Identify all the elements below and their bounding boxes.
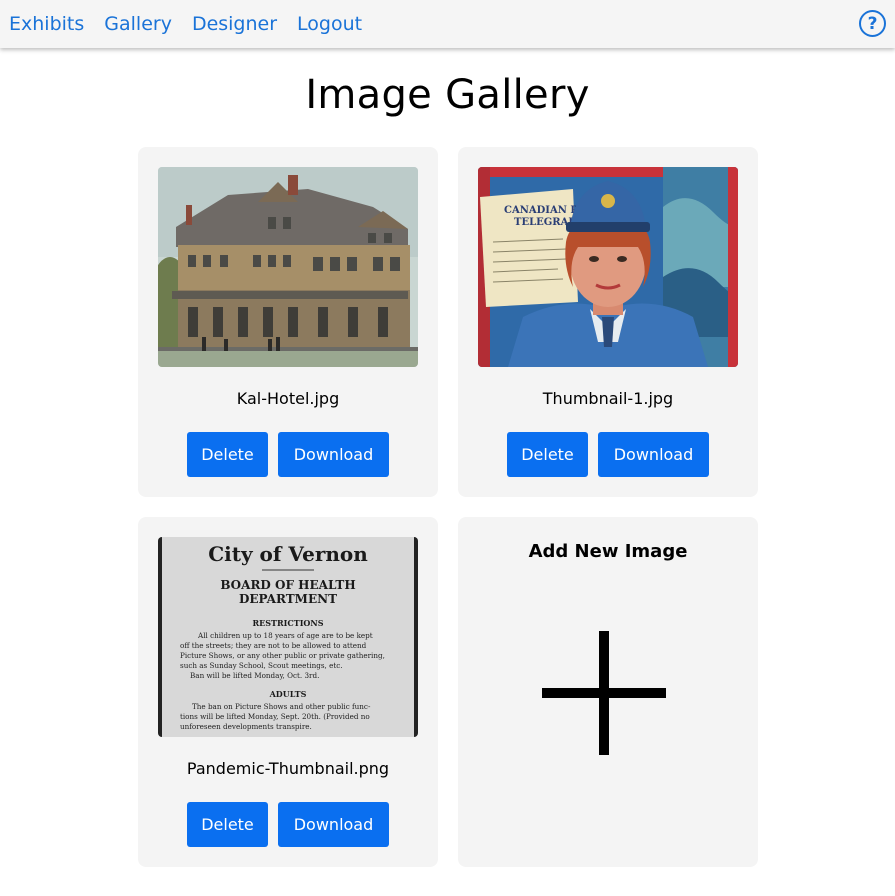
- newspaper-adults: ADULTS: [269, 689, 307, 699]
- download-button[interactable]: Download: [278, 802, 389, 847]
- newspaper-image: City of Vernon BOARD OF HEALTH DEPARTMEN…: [158, 537, 418, 737]
- nav-link-logout[interactable]: Logout: [297, 13, 362, 35]
- newspaper-line: Ban will be lifted Monday, Oct. 3rd.: [190, 671, 319, 680]
- newspaper-line: The ban on Picture Shows and other publi…: [192, 702, 371, 711]
- newspaper-line: off the streets; they are not to be allo…: [180, 641, 367, 650]
- plus-icon[interactable]: [542, 631, 666, 755]
- newspaper-line: Picture Shows, or any other public or pr…: [180, 651, 385, 660]
- image-file-name: Pandemic-Thumbnail.png: [186, 759, 390, 778]
- add-new-image-title: Add New Image: [528, 541, 688, 562]
- image-file-name: Kal-Hotel.jpg: [236, 389, 340, 408]
- gallery-card: CANADIAN PA TELEGRAP Thumbnail-1.jpg Del…: [458, 147, 758, 497]
- nav-link-gallery[interactable]: Gallery: [104, 13, 172, 35]
- gallery-card: City of Vernon BOARD OF HEALTH DEPARTMEN…: [138, 517, 438, 867]
- newspaper-line: All children up to 18 years of age are t…: [197, 631, 373, 640]
- nav-link-exhibits[interactable]: Exhibits: [9, 13, 84, 35]
- page-title: Image Gallery: [305, 72, 590, 118]
- newspaper-line: tions will be lifted Monday, Sept. 20th.…: [180, 712, 370, 721]
- download-button[interactable]: Download: [598, 432, 709, 477]
- portrait-image: CANADIAN PA TELEGRAP: [478, 167, 738, 367]
- newspaper-sub2: DEPARTMENT: [239, 592, 337, 606]
- nav-link-designer[interactable]: Designer: [192, 13, 277, 35]
- newspaper-line: such as Sunday School, Scout meetings, e…: [180, 661, 343, 670]
- image-thumbnail[interactable]: City of Vernon BOARD OF HEALTH DEPARTMEN…: [158, 537, 418, 737]
- newspaper-sub1: BOARD OF HEALTH: [220, 578, 355, 592]
- top-navbar: Exhibits Gallery Designer Logout ?: [0, 0, 895, 48]
- delete-button[interactable]: Delete: [187, 432, 268, 477]
- newspaper-line: unforeseen developments transpire.: [180, 722, 312, 731]
- newspaper-heading: City of Vernon: [208, 542, 368, 566]
- delete-button[interactable]: Delete: [507, 432, 588, 477]
- help-glyph: ?: [867, 13, 878, 34]
- plus-icon-horizontal: [542, 688, 666, 698]
- help-icon[interactable]: ?: [859, 10, 886, 37]
- image-thumbnail[interactable]: CANADIAN PA TELEGRAP: [478, 167, 738, 367]
- hotel-image: [158, 167, 418, 367]
- newspaper-restrictions: RESTRICTIONS: [253, 618, 324, 628]
- image-thumbnail[interactable]: [158, 167, 418, 367]
- add-new-image-card[interactable]: Add New Image: [458, 517, 758, 867]
- delete-button[interactable]: Delete: [187, 802, 268, 847]
- image-file-name: Thumbnail-1.jpg: [542, 389, 674, 408]
- download-button[interactable]: Download: [278, 432, 389, 477]
- gallery-card: Kal-Hotel.jpg Delete Download: [138, 147, 438, 497]
